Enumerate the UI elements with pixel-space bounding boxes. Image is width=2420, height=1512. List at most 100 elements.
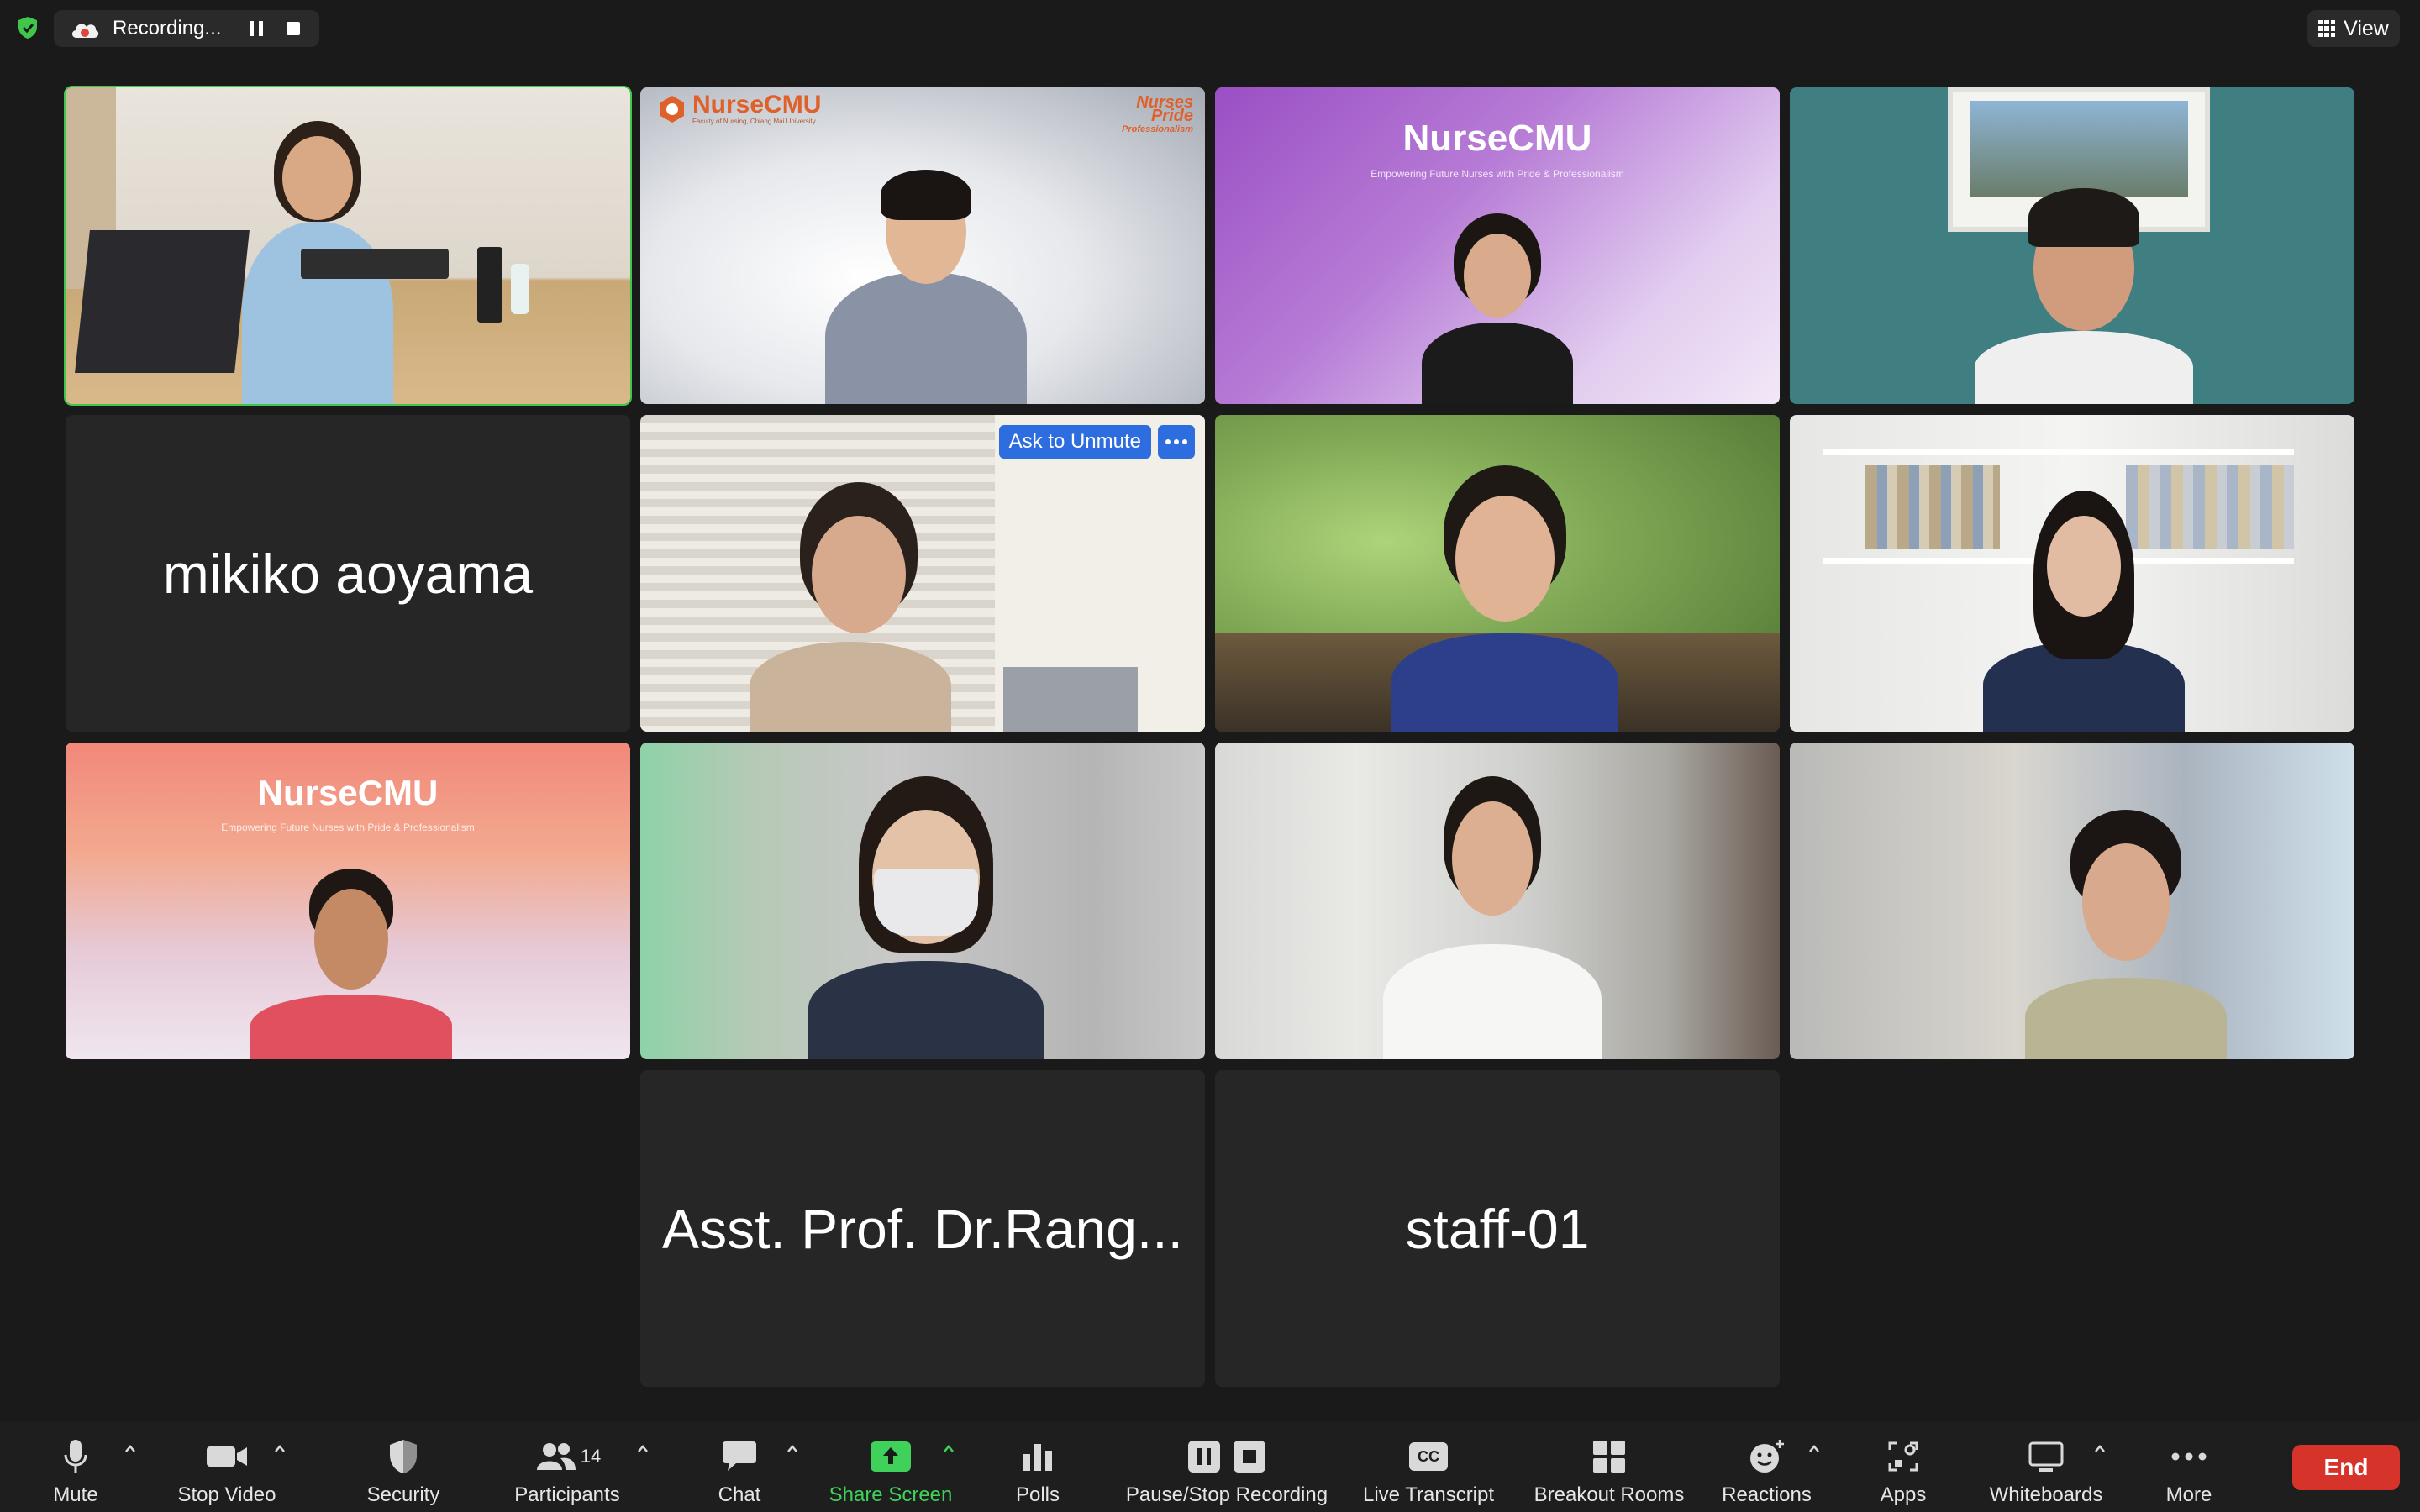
ask-to-unmute-button[interactable]: Ask to Unmute [998, 425, 1151, 459]
live-transcript-button[interactable]: CC Live Transcript [1353, 1421, 1504, 1512]
pause-stop-recording-label: Pause/Stop Recording [1125, 1483, 1328, 1506]
recording-indicator[interactable]: Recording... [54, 10, 319, 47]
polls-bar-chart-icon [1023, 1444, 1052, 1471]
video-tile-11[interactable] [1215, 743, 1780, 1059]
video-tile-6[interactable]: Ask to Unmute [640, 415, 1205, 732]
grid-view-icon [2318, 20, 2336, 37]
security-label: Security [366, 1483, 440, 1506]
whiteboards-chevron-up-icon[interactable] [2094, 1443, 2106, 1455]
breakout-rooms-button[interactable]: Breakout Rooms [1525, 1421, 1693, 1512]
microphone-icon [64, 1440, 87, 1473]
live-transcript-label: Live Transcript [1362, 1483, 1495, 1506]
polls-button[interactable]: Polls [1004, 1421, 1071, 1512]
video-camera-icon [207, 1446, 247, 1467]
slogan-line-2: Pride [1150, 107, 1193, 125]
reactions-label: Reactions [1722, 1483, 1812, 1506]
video-tile-2[interactable]: NurseCMU Faculty of Nursing, Chiang Mai … [640, 87, 1205, 404]
stop-recording-button[interactable] [287, 22, 301, 35]
video-tile-mikiko[interactable]: mikiko aoyama [66, 415, 630, 732]
nursecmu-logo-icon [660, 95, 684, 123]
participant-video-7 [1392, 465, 1618, 732]
cloud-recording-icon [71, 24, 99, 38]
security-shield-icon[interactable] [15, 15, 40, 40]
banner-subtitle: Faculty of Nursing, Chiang Mai Universit… [692, 118, 816, 125]
participant-video-8 [1983, 491, 2185, 732]
security-button[interactable]: Security [353, 1421, 454, 1512]
polls-label: Polls [1015, 1483, 1060, 1506]
participant-name-staff: staff-01 [1405, 1197, 1590, 1260]
nursecmu-tagline-2: Empowering Future Nurses with Pride & Pr… [221, 822, 475, 833]
video-tile-host[interactable] [64, 86, 632, 406]
more-label: More [2165, 1483, 2212, 1506]
video-tile-7[interactable] [1215, 415, 1780, 732]
face-mask [874, 869, 978, 936]
share-screen-chevron-up-icon[interactable] [943, 1443, 955, 1455]
end-meeting-button[interactable]: End [2292, 1445, 2400, 1490]
reactions-chevron-up-icon[interactable] [1808, 1443, 1820, 1455]
whiteboards-label: Whiteboards [1989, 1483, 2103, 1506]
recording-label: Recording... [113, 17, 222, 39]
stop-video-button[interactable]: Stop Video [168, 1421, 286, 1512]
participants-button[interactable]: 14 Participants [504, 1421, 630, 1512]
share-screen-label: Share Screen [829, 1483, 953, 1506]
banner-slogan: Nurses Pride Professionalism [1122, 94, 1193, 136]
mute-button[interactable]: Mute [34, 1421, 118, 1512]
video-tile-4[interactable] [1790, 87, 2354, 404]
nursecmu-banner-logo: NurseCMU Faculty of Nursing, Chiang Mai … [657, 92, 821, 125]
stop-video-label: Stop Video [177, 1483, 276, 1506]
view-button[interactable]: View [2307, 10, 2400, 47]
more-button[interactable]: More [2155, 1421, 2223, 1512]
reactions-button[interactable]: Reactions [1714, 1421, 1819, 1512]
participant-video-2 [825, 146, 1027, 404]
participants-count: 14 [580, 1446, 602, 1467]
more-ellipsis-icon [2171, 1452, 2207, 1461]
chat-bubble-icon [723, 1441, 756, 1471]
video-tile-rang[interactable]: Asst. Prof. Dr.Rang... [640, 1070, 1205, 1387]
nursecmu-tagline: Empowering Future Nurses with Pride & Pr… [1370, 168, 1624, 180]
video-tile-10[interactable] [640, 743, 1205, 1059]
video-tile-12[interactable] [1790, 743, 2354, 1059]
participants-chevron-up-icon[interactable] [637, 1443, 649, 1455]
participant-name-mikiko: mikiko aoyama [162, 542, 534, 605]
video-tile-9[interactable]: NurseCMU Empowering Future Nurses with P… [66, 743, 630, 1059]
stop-icon [1234, 1441, 1265, 1473]
participant-video-4 [1975, 180, 2193, 404]
participant-video-11 [1383, 776, 1602, 1059]
apps-label: Apps [1880, 1483, 1927, 1506]
view-label: View [2344, 16, 2389, 40]
slogan-line-3: Professionalism [1122, 124, 1193, 134]
breakout-rooms-icon [1593, 1441, 1625, 1473]
participant-video-3 [1422, 213, 1573, 404]
video-tile-3[interactable]: NurseCMU Empowering Future Nurses with P… [1215, 87, 1780, 404]
participants-label: Participants [514, 1483, 620, 1506]
nursecmu-brand-title-2: NurseCMU [257, 773, 439, 812]
video-options-chevron-up-icon[interactable] [274, 1443, 286, 1455]
pause-stop-recording-button[interactable]: Pause/Stop Recording [1118, 1421, 1336, 1512]
audio-options-chevron-up-icon[interactable] [124, 1443, 136, 1455]
banner-brand: NurseCMU [692, 91, 822, 118]
pause-icon [1188, 1441, 1220, 1473]
pause-recording-button[interactable] [250, 21, 264, 36]
nursecmu-brand-title: NurseCMU [1402, 118, 1592, 159]
chat-button[interactable]: Chat [706, 1421, 773, 1512]
share-screen-button[interactable]: Share Screen [823, 1421, 958, 1512]
whiteboards-button[interactable]: Whiteboards [1979, 1421, 2113, 1512]
video-tile-8[interactable] [1790, 415, 2354, 732]
participant-video-12 [2025, 810, 2227, 1059]
closed-caption-icon: CC [1409, 1442, 1448, 1471]
apps-button[interactable]: Apps [1870, 1421, 1937, 1512]
reactions-smiley-icon [1749, 1440, 1784, 1473]
tile-more-options-button[interactable] [1158, 425, 1195, 459]
participants-icon [536, 1443, 576, 1470]
mute-label: Mute [53, 1483, 98, 1506]
participant-video-9 [250, 869, 452, 1059]
apps-icon [1888, 1441, 1918, 1472]
chat-label: Chat [718, 1483, 761, 1506]
breakout-rooms-label: Breakout Rooms [1534, 1483, 1685, 1506]
share-screen-icon [871, 1441, 911, 1472]
whiteboard-icon [2028, 1441, 2064, 1472]
chat-chevron-up-icon[interactable] [786, 1443, 798, 1455]
video-tile-staff[interactable]: staff-01 [1215, 1070, 1780, 1387]
shield-icon [390, 1440, 417, 1473]
participant-video-10 [808, 776, 1044, 1059]
